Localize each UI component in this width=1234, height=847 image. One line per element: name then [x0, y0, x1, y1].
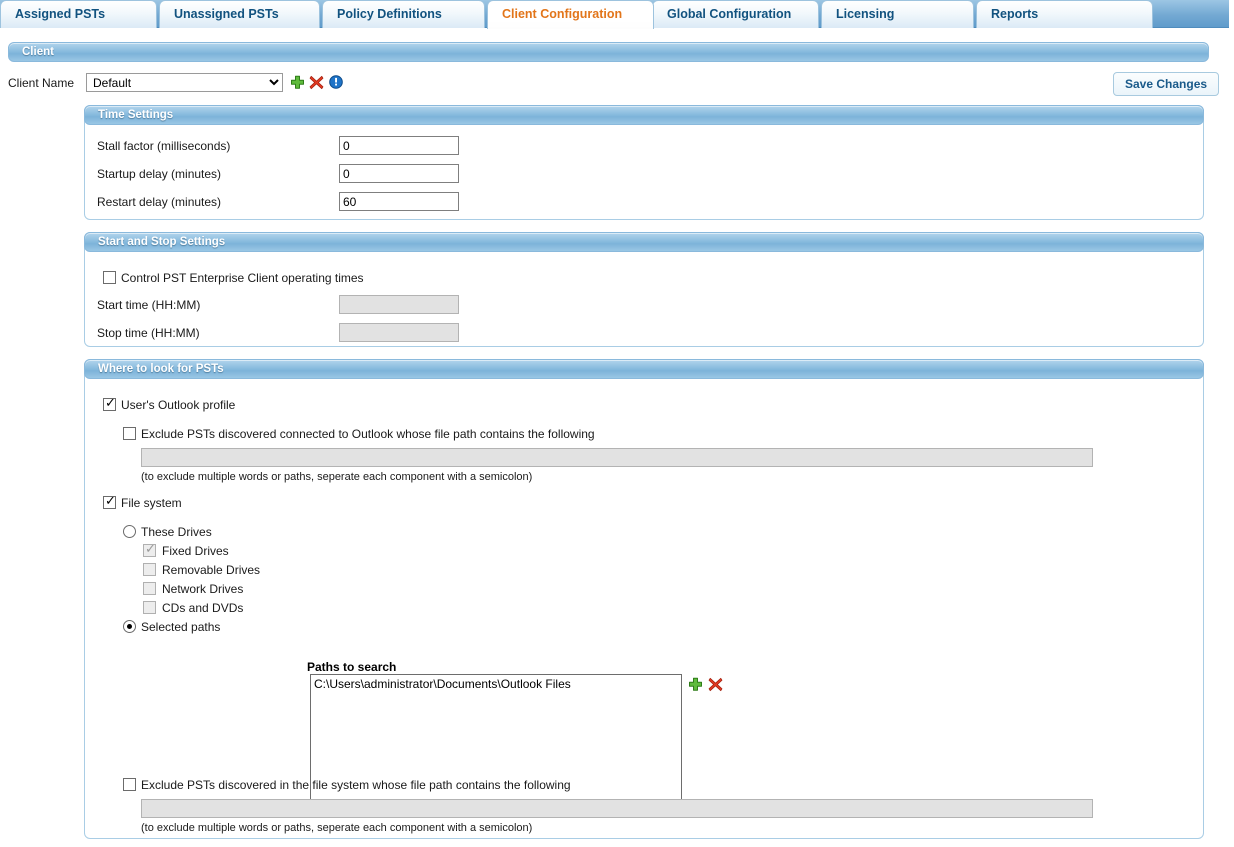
fixed-drives-label: Fixed Drives [162, 544, 229, 558]
selected-paths-label: Selected paths [141, 620, 221, 634]
file-system-checkbox[interactable]: ✓ [103, 494, 116, 509]
removable-drives-label: Removable Drives [162, 563, 261, 577]
control-operating-times-checkbox[interactable] [103, 271, 116, 284]
client-name-select[interactable]: Default [86, 73, 283, 92]
exclude-filesystem-checkbox[interactable] [123, 778, 136, 791]
outlook-profile-label: User's Outlook profile [121, 398, 236, 412]
tab-policy-definitions[interactable]: Policy Definitions [322, 0, 485, 28]
save-changes-button[interactable]: Save Changes [1113, 72, 1220, 96]
where-to-look-panel: Where to look for PSTs ✓ User's Outlook … [84, 359, 1204, 839]
selected-paths-radio[interactable] [123, 620, 136, 633]
paths-to-search-label: Paths to search [307, 660, 397, 674]
tab-licensing[interactable]: Licensing [821, 0, 974, 28]
radio-dot-icon [127, 624, 132, 629]
network-drives-checkbox [143, 582, 156, 595]
check-mark-icon: ✓ [105, 396, 116, 411]
restart-delay-label: Restart delay (minutes) [97, 195, 222, 209]
delete-x-icon[interactable] [309, 75, 324, 90]
network-drives-label: Network Drives [162, 582, 244, 596]
client-name-label: Client Name [8, 76, 75, 90]
file-system-label: File system [121, 496, 182, 510]
content-area: Client Client Name Default Save Changes … [0, 28, 1229, 847]
exclude-filesystem-hint: (to exclude multiple words or paths, sep… [141, 822, 533, 834]
start-stop-settings-header: Start and Stop Settings [84, 232, 1204, 252]
exclude-outlook-checkbox[interactable] [123, 427, 136, 440]
stop-time-label: Stop time (HH:MM) [97, 326, 200, 340]
removable-drives-checkbox [143, 563, 156, 576]
these-drives-radio[interactable] [123, 525, 136, 538]
plus-icon[interactable] [688, 677, 703, 692]
check-mark-icon: ✓ [145, 542, 156, 557]
start-time-input[interactable] [339, 295, 459, 314]
stop-time-input[interactable] [339, 323, 459, 342]
tab-client-configuration[interactable]: Client Configuration [487, 0, 654, 29]
exclude-filesystem-label: Exclude PSTs discovered in the file syst… [141, 778, 571, 792]
info-icon[interactable] [329, 75, 343, 89]
stall-factor-input[interactable] [339, 136, 459, 155]
tab-reports[interactable]: Reports [976, 0, 1153, 28]
control-operating-times-label: Control PST Enterprise Client operating … [121, 271, 364, 285]
where-to-look-header: Where to look for PSTs [84, 359, 1204, 379]
startup-delay-input[interactable] [339, 164, 459, 183]
time-settings-header: Time Settings [84, 105, 1204, 125]
tab-unassigned-psts[interactable]: Unassigned PSTs [159, 0, 320, 28]
restart-delay-input[interactable] [339, 192, 459, 211]
list-item[interactable]: C:\Users\administrator\Documents\Outlook… [311, 675, 681, 693]
outlook-profile-checkbox[interactable]: ✓ [103, 396, 116, 411]
exclude-filesystem-input[interactable] [141, 799, 1093, 818]
these-drives-label: These Drives [141, 525, 212, 539]
cds-and-dvds-label: CDs and DVDs [162, 601, 244, 615]
cds-and-dvds-checkbox [143, 601, 156, 614]
tab-bar: Assigned PSTs Unassigned PSTs Policy Def… [0, 0, 1229, 29]
start-stop-settings-panel: Start and Stop Settings Control PST Ente… [84, 232, 1204, 347]
fixed-drives-checkbox: ✓ [143, 542, 156, 557]
startup-delay-label: Startup delay (minutes) [97, 167, 222, 181]
plus-icon[interactable] [290, 75, 305, 90]
start-time-label: Start time (HH:MM) [97, 298, 201, 312]
check-mark-icon: ✓ [105, 494, 116, 509]
tab-assigned-psts[interactable]: Assigned PSTs [0, 0, 157, 28]
exclude-outlook-label: Exclude PSTs discovered connected to Out… [141, 427, 595, 441]
exclude-outlook-hint: (to exclude multiple words or paths, sep… [141, 471, 533, 483]
tab-global-configuration[interactable]: Global Configuration [652, 0, 819, 28]
time-settings-panel: Time Settings Stall factor (milliseconds… [84, 105, 1204, 220]
app-page: Assigned PSTs Unassigned PSTs Policy Def… [0, 0, 1234, 847]
stall-factor-label: Stall factor (milliseconds) [97, 139, 231, 153]
exclude-outlook-input[interactable] [141, 448, 1093, 467]
client-panel-header: Client [8, 42, 1209, 62]
delete-x-icon[interactable] [708, 677, 723, 692]
